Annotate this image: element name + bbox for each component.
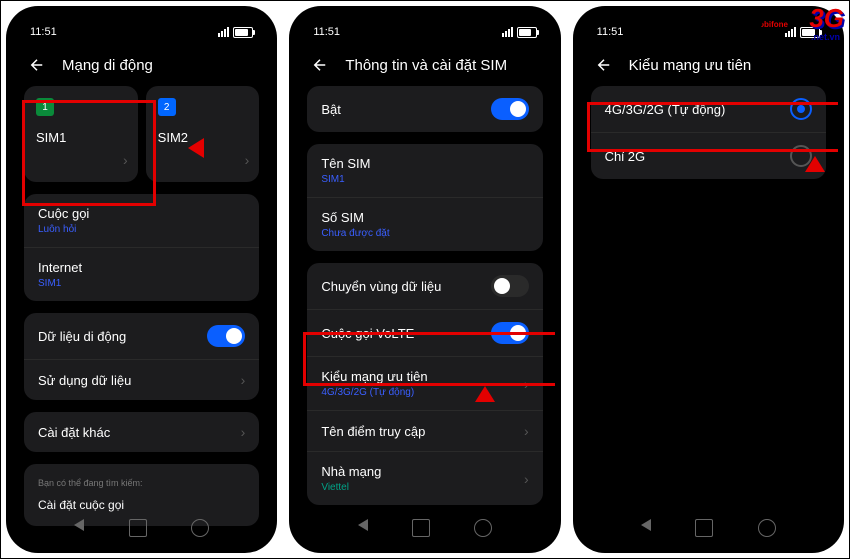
back-icon[interactable]	[595, 56, 613, 74]
navbar	[579, 513, 838, 543]
chevron-right-icon: ›	[524, 423, 529, 439]
header: Kiểu mạng ưu tiên	[579, 44, 838, 86]
nav-back-icon[interactable]	[641, 519, 651, 531]
other-settings-row[interactable]: Cài đặt khác›	[24, 412, 259, 452]
sim1-name: SIM1	[36, 130, 126, 145]
sim-number-row[interactable]: Số SIMChưa được đặt	[307, 197, 542, 251]
call-row[interactable]: Cuộc gọiLuôn hỏi	[24, 194, 259, 247]
header: Mạng di động	[12, 44, 271, 86]
nav-recent-icon[interactable]	[474, 519, 492, 537]
radio-selected[interactable]	[790, 98, 812, 120]
sim1-badge: 1	[36, 98, 54, 116]
phone-1: 11:51 Mạng di động 1 SIM1 › 2 SIM2 › Cuộ…	[6, 6, 277, 553]
page-title: Thông tin và cài đặt SIM	[345, 57, 507, 74]
logo-sub: .net.vn	[811, 32, 840, 42]
radio-unselected[interactable]	[790, 145, 812, 167]
status-time: 11:51	[597, 26, 624, 38]
roaming-toggle[interactable]	[491, 275, 529, 297]
navbar	[12, 513, 271, 543]
sim2-name: SIM2	[158, 130, 248, 145]
mobile-data-row[interactable]: Dữ liệu di động	[24, 313, 259, 359]
page-title: Mạng di động	[62, 57, 153, 74]
logo: 3G	[809, 3, 844, 34]
nav-recent-icon[interactable]	[191, 519, 209, 537]
chevron-right-icon: ›	[123, 152, 128, 168]
volte-toggle[interactable]	[491, 322, 529, 344]
apn-row[interactable]: Tên điểm truy cập›	[307, 410, 542, 451]
enable-row[interactable]: Bật	[307, 86, 542, 132]
enable-toggle[interactable]	[491, 98, 529, 120]
phone-2: 11:51 Thông tin và cài đặt SIM Bật Tên S…	[289, 6, 560, 553]
status-time: 11:51	[313, 26, 340, 38]
roaming-row[interactable]: Chuyển vùng dữ liệu	[307, 263, 542, 309]
mobile-data-toggle[interactable]	[207, 325, 245, 347]
data-usage-row[interactable]: Sử dụng dữ liệu›	[24, 359, 259, 400]
back-icon[interactable]	[28, 56, 46, 74]
back-icon[interactable]	[311, 56, 329, 74]
nav-back-icon[interactable]	[358, 519, 368, 531]
phone-3: 11:51 Kiểu mạng ưu tiên 4G/3G/2G (Tự độn…	[573, 6, 844, 553]
carrier-row[interactable]: Nhà mạngViettel›	[307, 451, 542, 505]
sim2-badge: 2	[158, 98, 176, 116]
chevron-right-icon: ›	[241, 372, 246, 388]
volte-row[interactable]: Cuộc gọi VoLTE	[307, 309, 542, 356]
nav-home-icon[interactable]	[129, 519, 147, 537]
page-title: Kiểu mạng ưu tiên	[629, 57, 752, 74]
signal-icon	[502, 27, 513, 37]
option-4g-row[interactable]: 4G/3G/2G (Tự động)	[591, 86, 826, 132]
internet-row[interactable]: InternetSIM1	[24, 247, 259, 301]
sim2-card[interactable]: 2 SIM2 ›	[146, 86, 260, 182]
option-2g-row[interactable]: Chỉ 2G	[591, 132, 826, 179]
signal-icon	[218, 27, 229, 37]
battery-icon	[233, 27, 253, 38]
chevron-right-icon: ›	[245, 152, 250, 168]
chevron-right-icon: ›	[524, 471, 529, 487]
navbar	[295, 513, 554, 543]
chevron-right-icon: ›	[241, 424, 246, 440]
sim-name-row[interactable]: Tên SIMSIM1	[307, 144, 542, 197]
chevron-right-icon: ›	[524, 376, 529, 392]
status-time: 11:51	[30, 26, 57, 38]
nav-home-icon[interactable]	[695, 519, 713, 537]
battery-icon	[517, 27, 537, 38]
nav-recent-icon[interactable]	[758, 519, 776, 537]
sim1-card[interactable]: 1 SIM1 ›	[24, 86, 138, 182]
nav-back-icon[interactable]	[74, 519, 84, 531]
header: Thông tin và cài đặt SIM	[295, 44, 554, 86]
network-type-row[interactable]: Kiểu mạng ưu tiên4G/3G/2G (Tự động)›	[307, 356, 542, 410]
nav-home-icon[interactable]	[412, 519, 430, 537]
